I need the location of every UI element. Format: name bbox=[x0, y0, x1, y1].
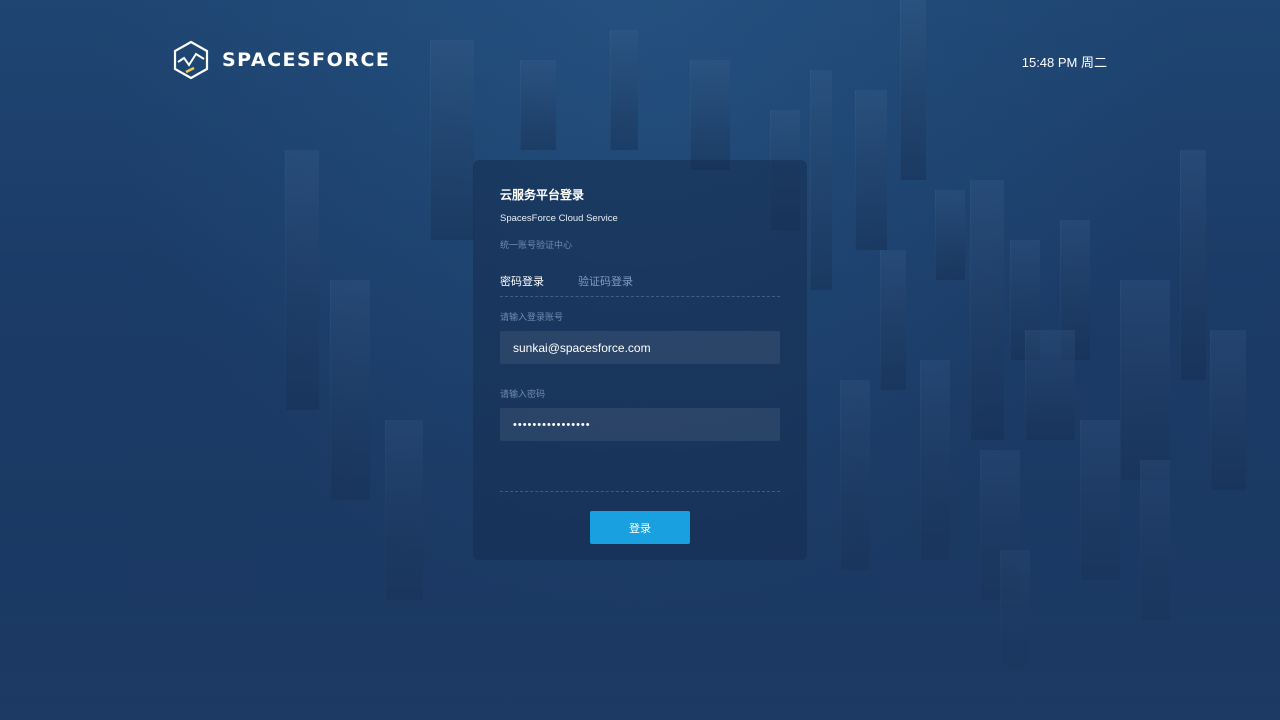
password-input[interactable] bbox=[500, 408, 780, 441]
brand-logo[interactable]: SPACESFORCE bbox=[172, 40, 390, 80]
login-title: 云服务平台登录 bbox=[500, 188, 585, 202]
tab-code-login[interactable]: 验证码登录 bbox=[578, 273, 633, 289]
clock-display: 15:48 PM 周二 bbox=[1021, 55, 1107, 70]
account-input[interactable] bbox=[500, 331, 780, 364]
brand-name: SPACESFORCE bbox=[222, 49, 391, 71]
divider bbox=[500, 491, 780, 492]
account-label: 请输入登录账号 bbox=[500, 313, 564, 323]
login-card: 云服务平台登录 SpacesForce Cloud Service 统一账号验证… bbox=[473, 160, 807, 560]
login-button[interactable]: 登录 bbox=[590, 511, 690, 544]
hexagon-logo-icon bbox=[173, 40, 209, 80]
password-label: 请输入密码 bbox=[500, 390, 546, 400]
tab-password-login[interactable]: 密码登录 bbox=[500, 273, 544, 289]
login-subtitle: SpacesForce Cloud Service bbox=[500, 213, 618, 224]
login-hint: 统一账号验证中心 bbox=[500, 241, 573, 251]
login-tabs: 密码登录 验证码登录 bbox=[500, 273, 780, 297]
